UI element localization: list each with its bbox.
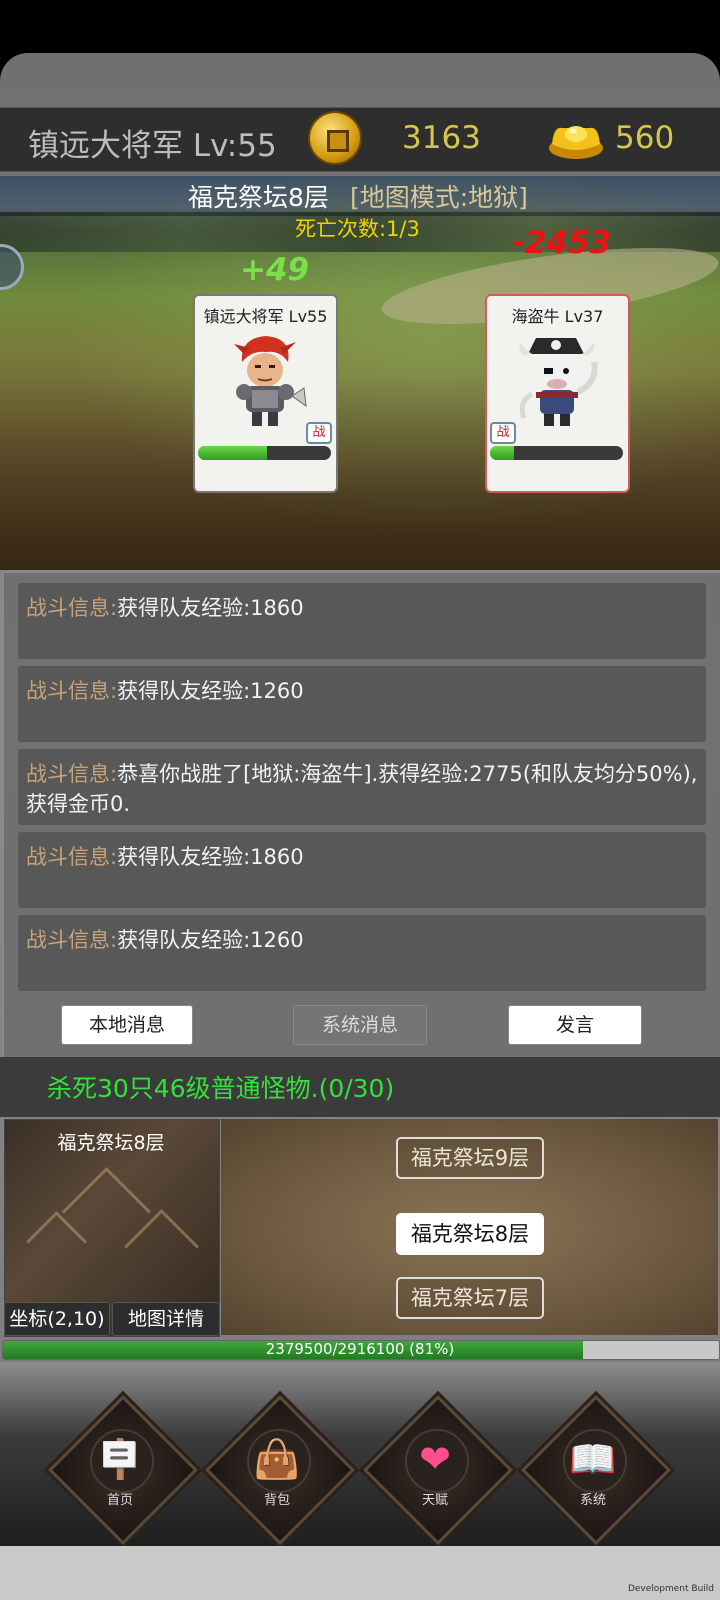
player-hp-fill [198, 446, 268, 460]
development-build-label: Development Build [627, 1584, 714, 1594]
speak-button[interactable]: 发言 [508, 1005, 642, 1045]
nav-talent-button[interactable]: ❤ 天赋 [363, 1395, 513, 1545]
heart-icon: ❤ [419, 1437, 451, 1481]
signpost-icon: 🪧 [96, 1437, 144, 1481]
enemy-name: 海盗牛 Lv37 [511, 307, 604, 326]
local-messages-button[interactable]: 本地消息 [61, 1005, 193, 1045]
player-name: 镇远大将军 Lv55 [203, 307, 328, 326]
message-text: 获得队友经验:1260 [117, 928, 304, 952]
enemy-hp-bar [490, 446, 623, 460]
nav-bag-label: 背包 [263, 1493, 290, 1508]
player-hp-bar [198, 446, 331, 460]
message-text: 获得队友经验:1860 [117, 596, 304, 620]
floor-down-button[interactable]: 福克祭坛7层 [396, 1277, 544, 1319]
system-messages-button[interactable]: 系统消息 [293, 1005, 427, 1045]
message-item: 战斗信息:获得队友经验:1860 [18, 832, 706, 908]
player-title: 镇远大将军 Lv:55 [28, 128, 277, 164]
heal-number: +49 [240, 252, 310, 288]
enemy-hp-fill [490, 446, 514, 460]
battle-map-name: 福克祭坛8层 [188, 183, 329, 212]
player-battle-tag: 战 [306, 422, 332, 444]
message-prefix: 战斗信息: [26, 845, 118, 869]
enemy-card[interactable]: 海盗牛 Lv37 战 [485, 294, 630, 493]
backpack-icon: 👜 [253, 1437, 301, 1481]
coordinate-button[interactable]: 坐标(2,10) [4, 1302, 110, 1336]
book-icon: 📖 [569, 1437, 617, 1481]
gold-value: 3163 [402, 120, 481, 156]
mini-map-name: 福克祭坛8层 [57, 1132, 165, 1154]
battle-message-panel[interactable]: 战斗信息:获得队友经验:1860 战斗信息:获得队友经验:1260 战斗信息:恭… [2, 571, 720, 1059]
nav-home-label: 首页 [106, 1493, 133, 1508]
message-item: 战斗信息:获得队友经验:1260 [18, 915, 706, 991]
death-count: 死亡次数:1/3 [295, 217, 420, 241]
gold-ingot-icon [549, 126, 603, 159]
message-item: 战斗信息:获得队友经验:1860 [18, 583, 706, 659]
enemy-battle-tag: 战 [490, 422, 516, 444]
nav-home-button[interactable]: 🪧 首页 [48, 1395, 198, 1545]
map-detail-button[interactable]: 地图详情 [112, 1302, 220, 1336]
nav-bag-button[interactable]: 👜 背包 [205, 1395, 355, 1545]
damage-number: -2453 [512, 225, 612, 261]
gold-coin-icon [310, 113, 360, 163]
top-info-bar: 镇远大将军 Lv:55 [0, 107, 720, 172]
message-item: 战斗信息:获得队友经验:1260 [18, 666, 706, 742]
message-text: 恭喜你战胜了[地狱:海盗牛].获得经验:2775(和队友均分50%),获得金币0… [26, 762, 698, 816]
bottom-strip [0, 1546, 720, 1600]
player-card[interactable]: 镇远大将军 Lv55 战 [193, 294, 338, 493]
message-item: 战斗信息:恭喜你战胜了[地狱:海盗牛].获得经验:2775(和队友均分50%),… [18, 749, 706, 825]
ingot-value: 560 [615, 120, 675, 156]
message-text: 获得队友经验:1260 [117, 679, 304, 703]
enemy-pirate-bull-sprite [519, 338, 598, 426]
battle-map-mode: [地图模式:地狱] [350, 183, 528, 212]
message-prefix: 战斗信息: [26, 928, 118, 952]
floor-up-button[interactable]: 福克祭坛9层 [396, 1137, 544, 1179]
nav-system-button[interactable]: 📖 系统 [521, 1395, 671, 1545]
message-prefix: 战斗信息: [26, 596, 118, 620]
floor-current-button[interactable]: 福克祭坛8层 [396, 1213, 544, 1255]
quest-text[interactable]: 杀死30只46级普通怪物.(0/30) [47, 1069, 394, 1105]
status-bar [0, 0, 720, 53]
player-warrior-sprite [234, 336, 307, 426]
nav-talent-label: 天赋 [421, 1493, 448, 1508]
nav-system-label: 系统 [579, 1493, 606, 1508]
message-prefix: 战斗信息: [26, 762, 118, 786]
message-text: 获得队友经验:1860 [117, 845, 304, 869]
message-prefix: 战斗信息: [26, 679, 118, 703]
experience-text: 2379500/2916100 (81%) [265, 1340, 455, 1358]
